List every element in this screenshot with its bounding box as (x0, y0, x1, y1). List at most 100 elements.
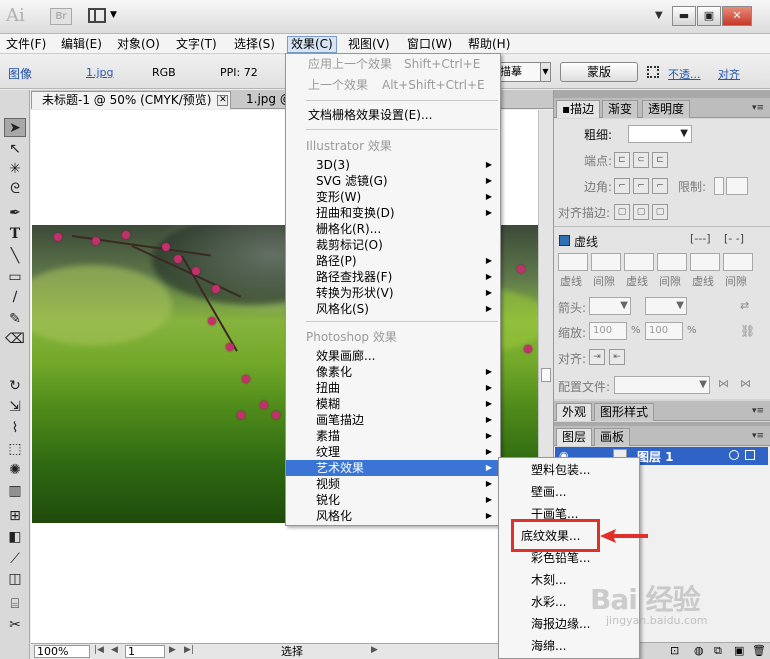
symbol-sprayer-tool-icon[interactable]: ✺ (4, 461, 26, 480)
limit-stepper[interactable] (714, 177, 724, 195)
new-layer-icon[interactable]: ▣ (734, 644, 744, 657)
selection-indicator[interactable] (745, 450, 755, 460)
mask-button[interactable]: 蒙版 (560, 62, 638, 82)
menu-item-crop-marks[interactable]: 裁剪标记(O) (286, 237, 500, 253)
tab-artboards[interactable]: 画板 (594, 428, 631, 446)
lasso-tool-icon[interactable]: ᘓ (4, 180, 26, 199)
prev-page-icon[interactable]: ◀ (111, 645, 118, 655)
align-center-icon[interactable]: ▢ (614, 204, 630, 220)
submenu-item-sponge[interactable]: 海绵... (499, 638, 639, 654)
menu-item-convert-to-shape[interactable]: 转换为形状(V) ▶ (286, 285, 500, 301)
gap-3-input[interactable] (723, 253, 753, 271)
next-page-icon[interactable]: ▶ (169, 645, 176, 655)
scale-tool-icon[interactable]: ⇲ (4, 398, 26, 417)
submenu-item-fresco[interactable]: 壁画... (499, 484, 639, 500)
live-trace-button[interactable]: 描摹 ▼ (495, 62, 551, 82)
new-sublayer-icon[interactable]: ⧉ (714, 644, 722, 658)
menu-window[interactable]: 窗口(W) (404, 36, 455, 53)
tab-stroke[interactable]: ▪描边 (556, 100, 601, 118)
first-page-icon[interactable]: |◀ (94, 645, 104, 655)
align-inside-icon[interactable]: ▢ (633, 204, 649, 220)
scissors-tool-icon[interactable]: ✂ (4, 616, 26, 635)
menu-effect[interactable]: 效果(C) (287, 36, 337, 53)
tab-layers[interactable]: 图层 (556, 428, 593, 446)
workspace-dropdown-icon[interactable]: ▼ (655, 10, 663, 21)
menu-item-sketch[interactable]: 素描 ▶ (286, 428, 500, 444)
line-tool-icon[interactable]: ╲ (4, 247, 26, 266)
menu-item-distort[interactable]: 扭曲 ▶ (286, 380, 500, 396)
gap-1-input[interactable] (591, 253, 621, 271)
dash-3-input[interactable] (690, 253, 720, 271)
tab-transparency[interactable]: 透明度 (642, 100, 691, 118)
panel-menu-icon[interactable]: ▾≡ (752, 103, 764, 113)
menu-view[interactable]: 视图(V) (345, 36, 393, 53)
round-cap-icon[interactable]: ⊂ (633, 152, 649, 168)
magic-wand-tool-icon[interactable]: ✳ (4, 160, 26, 179)
submenu-item-plastic-wrap[interactable]: 塑料包装... (499, 462, 639, 478)
selection-tool-icon[interactable]: ➤ (4, 118, 26, 137)
profile-select[interactable]: ▼ (614, 376, 710, 394)
limit-input[interactable] (726, 177, 748, 195)
menu-item-document-raster-settings[interactable]: 文档栅格效果设置(E)... (286, 107, 500, 123)
rotate-tool-icon[interactable]: ↻ (4, 377, 26, 396)
menu-item-pixelate[interactable]: 像素化 ▶ (286, 364, 500, 380)
status-menu-icon[interactable]: ▶ (371, 645, 378, 655)
trash-icon[interactable]: 🗑 (752, 644, 766, 657)
scale-start-input[interactable]: 100 (589, 322, 627, 340)
direct-selection-tool-icon[interactable]: ↖ (4, 140, 26, 159)
menu-item-stylize-photoshop[interactable]: 风格化 ▶ (286, 508, 500, 524)
dashed-checkbox[interactable] (559, 235, 570, 246)
restore-button[interactable]: ▣ (697, 6, 721, 26)
menu-edit[interactable]: 编辑(E) (58, 36, 105, 53)
menu-item-warp[interactable]: 变形(W) ▶ (286, 189, 500, 205)
weight-select[interactable]: ▼ (628, 125, 692, 143)
blend-tool-icon[interactable]: ◫ (4, 570, 26, 589)
page-select[interactable]: 1 (125, 645, 165, 658)
scale-end-input[interactable]: 100 (645, 322, 683, 340)
column-graph-tool-icon[interactable]: ▥ (4, 482, 26, 501)
round-join-icon[interactable]: ⌐ (633, 178, 649, 194)
menu-object[interactable]: 对象(O) (114, 36, 163, 53)
scrollbar-thumb[interactable] (541, 368, 551, 382)
dash-1-input[interactable] (558, 253, 588, 271)
opacity-link[interactable]: 不透... (668, 66, 701, 82)
tab-gradient[interactable]: 渐变 (602, 100, 639, 118)
mesh-tool-icon[interactable]: ⊞ (4, 507, 26, 526)
eraser-tool-icon[interactable]: ⌫ (4, 330, 26, 349)
warp-tool-icon[interactable]: ⌇ (4, 419, 26, 438)
menu-select[interactable]: 选择(S) (231, 36, 278, 53)
zoom-select[interactable]: 100% (34, 645, 90, 658)
flip-horizontal-icon[interactable]: ⋈ (718, 377, 729, 390)
arrow-start-select[interactable]: ▼ (589, 297, 631, 315)
current-tool-status[interactable]: 选择 (281, 645, 303, 658)
menu-item-brush-strokes[interactable]: 画笔描边 ▶ (286, 412, 500, 428)
menu-file[interactable]: 文件(F) (3, 36, 49, 53)
clip-mask-icon[interactable]: ◍ (694, 644, 704, 657)
dash-2-input[interactable] (624, 253, 654, 271)
tab-graphic-styles[interactable]: 图形样式 (594, 403, 655, 421)
menu-item-last-effect[interactable]: 上一个效果 Alt+Shift+Ctrl+E (286, 77, 500, 93)
miter-join-icon[interactable]: ⌐ (614, 178, 630, 194)
swap-arrows-icon[interactable]: ⇄ (740, 299, 749, 312)
gradient-tool-icon[interactable]: ◧ (4, 528, 26, 547)
layer-name[interactable]: 图层 1 (637, 448, 674, 465)
close-button[interactable]: ✕ (722, 6, 752, 26)
arrange-documents-button[interactable]: ▼ (86, 7, 120, 25)
tab-untitled-1[interactable]: 未标题-1 @ 50% (CMYK/预览) ✕ (31, 91, 231, 109)
menu-item-artistic[interactable]: 艺术效果 ▶ (286, 460, 500, 476)
align-link[interactable]: 对齐 (718, 66, 740, 82)
linked-file-link[interactable]: 1.jpg (86, 66, 114, 79)
chevron-down-icon[interactable]: ▼ (540, 63, 550, 81)
panel-menu-icon[interactable]: ▾≡ (752, 431, 764, 441)
rectangle-tool-icon[interactable]: ▭ (4, 268, 26, 287)
bevel-join-icon[interactable]: ⌐ (652, 178, 668, 194)
menu-item-video[interactable]: 视频 ▶ (286, 476, 500, 492)
bridge-button[interactable]: Br (50, 8, 72, 25)
eyedropper-tool-icon[interactable]: ⟋ (4, 550, 26, 569)
pen-tool-icon[interactable]: ✒ (4, 204, 26, 223)
menu-type[interactable]: 文字(T) (173, 36, 220, 53)
align-outside-icon[interactable]: ▢ (652, 204, 668, 220)
menu-help[interactable]: 帮助(H) (465, 36, 513, 53)
submenu-item-colored-pencil[interactable]: 彩色铅笔... (499, 550, 639, 566)
dash-preserve-icon[interactable]: [‐‐‐] (690, 232, 711, 245)
